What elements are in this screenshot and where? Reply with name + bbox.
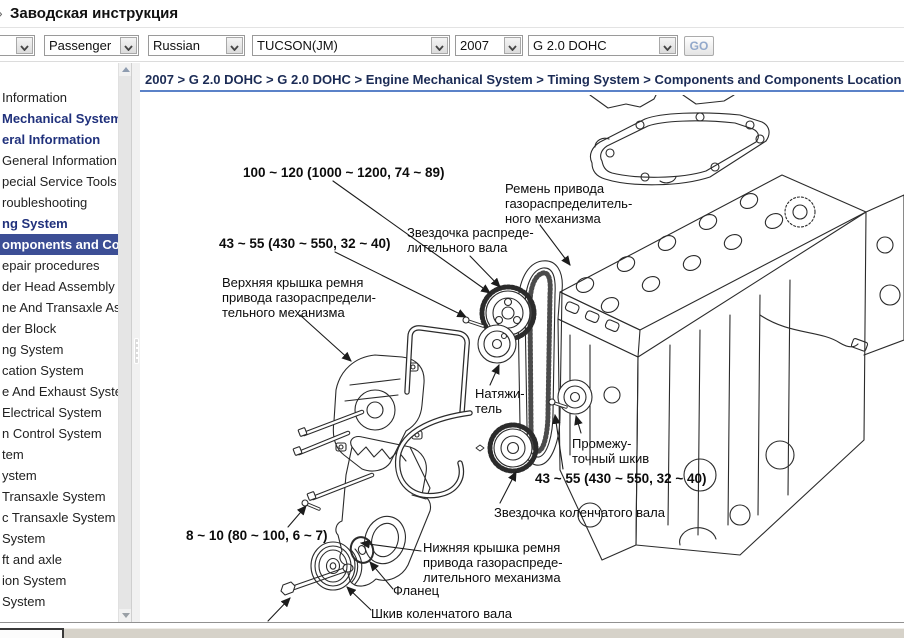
sidebar-item[interactable]: ng System — [0, 213, 118, 234]
content-pane: 2007 > G 2.0 DOHC > G 2.0 DOHC > Engine … — [140, 63, 904, 622]
language-select[interactable]: Russian — [148, 35, 245, 56]
chevron-down-icon[interactable] — [16, 37, 33, 54]
chevron-down-icon[interactable] — [226, 37, 243, 54]
sidebar-item[interactable]: Mechanical System — [0, 108, 118, 129]
frame-border — [0, 622, 904, 623]
timing-system-diagram: 100 ~ 120 (1000 ~ 1200, 74 ~ 89) 43 ~ 55… — [140, 95, 904, 622]
camshaft-sprocket-label: Звездочка распреде- лительного вала — [407, 225, 534, 255]
language-select-value: Russian — [153, 37, 225, 55]
app-window: › Заводская инструкция Passenger Russian… — [0, 0, 904, 638]
sidebar-item[interactable]: tem — [0, 444, 118, 465]
breadcrumb-chevron-icon: › — [0, 5, 3, 21]
sidebar-item[interactable]: Transaxle System — [0, 486, 118, 507]
sidebar-item[interactable]: pecial Service Tools — [0, 171, 118, 192]
sidebar-item[interactable]: eral Information — [0, 129, 118, 150]
sidebar-item[interactable]: cation System — [0, 360, 118, 381]
engine-select[interactable]: G 2.0 DOHC — [528, 35, 678, 56]
breadcrumb-divider — [140, 90, 904, 92]
chevron-down-icon[interactable] — [659, 37, 676, 54]
page-title: Заводская инструкция — [10, 5, 178, 22]
torque-spec-label: 43 ~ 55 (430 ~ 550, 32 ~ 40) — [535, 471, 707, 486]
region-select[interactable] — [0, 35, 35, 56]
sidebar-item[interactable]: System — [0, 591, 118, 612]
bottom-scrollbar[interactable] — [0, 628, 904, 638]
year-select[interactable]: 2007 — [455, 35, 523, 56]
sidebar-item[interactable]: roubleshooting — [0, 192, 118, 213]
crank-pulley-label: Шкив коленчатого вала — [371, 606, 512, 621]
sidebar-item[interactable]: ne And Transaxle As — [0, 297, 118, 318]
pane-splitter[interactable] — [131, 63, 140, 622]
sidebar-item[interactable]: General Information — [0, 150, 118, 171]
timing-belt-label: Ремень привода газораспределитель- ного … — [505, 181, 632, 226]
sidebar-item[interactable]: epair procedures — [0, 255, 118, 276]
tensioner-label: Натяжи- тель — [475, 386, 525, 416]
sidebar-scrollbar[interactable] — [118, 63, 131, 622]
sidebar-item[interactable]: Information — [0, 87, 118, 108]
torque-spec-label: 8 ~ 10 (80 ~ 100, 6 ~ 7) — [186, 528, 327, 543]
engine-select-value: G 2.0 DOHC — [533, 37, 658, 55]
sidebar-item-selected[interactable]: omponents and Co — [0, 234, 118, 255]
sidebar-item[interactable]: ystem — [0, 465, 118, 486]
sidebar-item[interactable]: der Block — [0, 318, 118, 339]
year-select-value: 2007 — [460, 37, 503, 55]
grip-dots-icon[interactable] — [134, 338, 139, 364]
type-select-value: Passenger — [49, 37, 119, 55]
sidebar-item[interactable]: e And Exhaust Syste — [0, 381, 118, 402]
chevron-down-icon[interactable] — [431, 37, 448, 54]
sidebar-item[interactable]: ng System — [0, 339, 118, 360]
sidebar-item[interactable]: ft and axle — [0, 549, 118, 570]
crank-sprocket-label: Звездочка коленчатого вала — [494, 505, 665, 520]
upper-cover-label: Верхняя крышка ремня привода газораспред… — [222, 275, 376, 320]
vehicle-selector-toolbar: Passenger Russian TUCSON(JM) 2007 G 2.0 … — [0, 29, 904, 62]
title-bar: › Заводская инструкция — [0, 0, 904, 28]
sidebar-item[interactable]: System — [0, 528, 118, 549]
torque-spec-label: 100 ~ 120 (1000 ~ 1200, 74 ~ 89) — [243, 165, 445, 180]
type-select[interactable]: Passenger — [44, 35, 139, 56]
lower-cover-label: Нижняя крышка ремня привода газораспреде… — [423, 540, 563, 585]
sidebar-item[interactable]: n Control System — [0, 423, 118, 444]
sidebar-item[interactable]: ion System — [0, 570, 118, 591]
go-button[interactable]: GO — [684, 36, 714, 56]
sidebar-item[interactable]: Electrical System — [0, 402, 118, 423]
breadcrumb: 2007 > G 2.0 DOHC > G 2.0 DOHC > Engine … — [145, 72, 900, 87]
bottom-scrollbar-thumb[interactable] — [0, 628, 64, 638]
chevron-down-icon[interactable] — [504, 37, 521, 54]
torque-spec-label: 43 ~ 55 (430 ~ 550, 32 ~ 40) — [219, 236, 391, 251]
chevron-down-icon[interactable] — [120, 37, 137, 54]
idler-pulley-label: Промежу- точный шкив — [572, 436, 649, 466]
sidebar-item[interactable]: c Transaxle System — [0, 507, 118, 528]
model-select[interactable]: TUCSON(JM) — [252, 35, 450, 56]
model-select-value: TUCSON(JM) — [257, 37, 430, 55]
sidebar-item[interactable]: der Head Assembly — [0, 276, 118, 297]
navigation-sidebar: Information Mechanical System eral Infor… — [0, 63, 118, 622]
flange-label: Фланец — [393, 583, 439, 598]
